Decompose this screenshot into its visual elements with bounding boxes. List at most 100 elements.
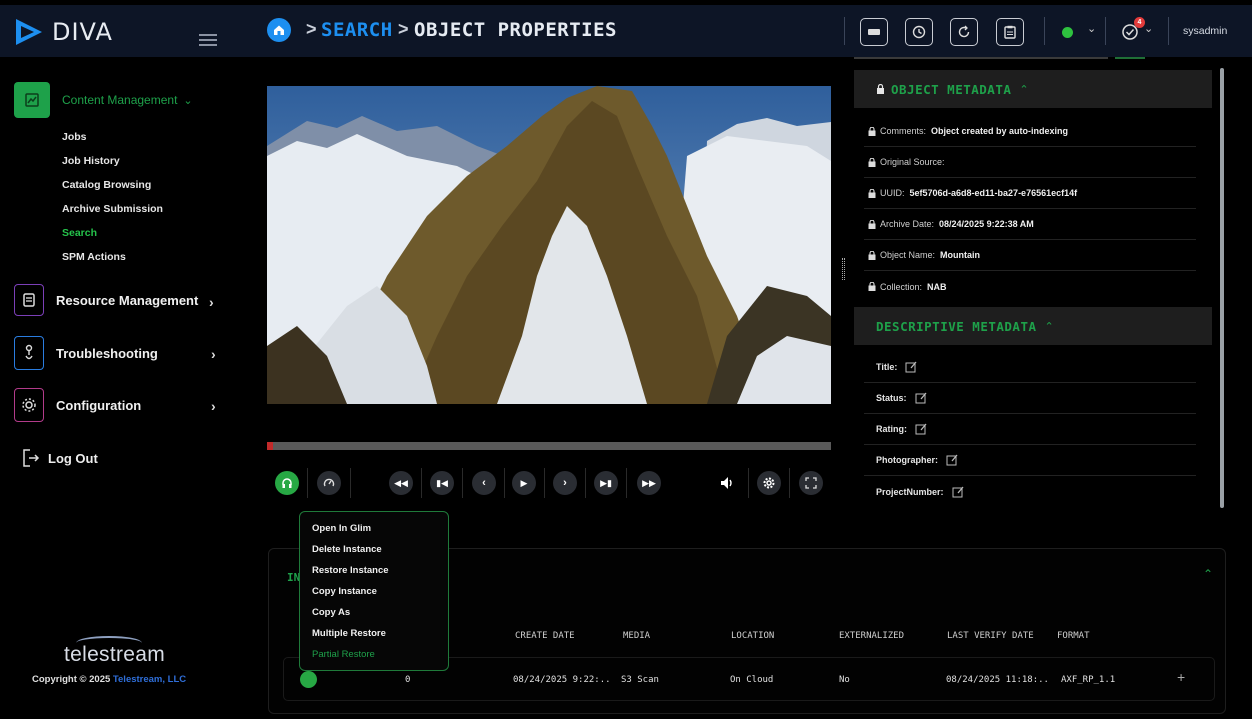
sidebar-item-archive-submission[interactable]: Archive Submission xyxy=(62,200,163,224)
divider xyxy=(585,468,586,498)
menu-item-copy-instance[interactable]: Copy Instance xyxy=(300,583,448,604)
sidebar-item-spm-actions[interactable]: SPM Actions xyxy=(62,248,163,272)
column-header[interactable]: LOCATION xyxy=(731,631,774,641)
expand-row-icon[interactable]: + xyxy=(1177,669,1185,685)
divider xyxy=(1168,17,1169,45)
metadata-key: Collection: xyxy=(880,281,923,292)
lock-icon xyxy=(868,188,876,198)
headphones-icon xyxy=(282,478,292,488)
panel-resize-handle[interactable] xyxy=(842,258,845,280)
fullscreen-button[interactable] xyxy=(799,471,823,495)
video-preview[interactable] xyxy=(267,86,831,404)
step-back-icon: ‹ xyxy=(482,477,486,489)
sidebar-item-job-history[interactable]: Job History xyxy=(62,152,163,176)
nav-label: Resource Management xyxy=(56,292,199,308)
step-forward-icon: › xyxy=(563,477,567,489)
breadcrumb-search[interactable]: SEARCH xyxy=(321,19,393,41)
divider xyxy=(462,468,463,498)
metadata-row-object-name: Object Name: Mountain xyxy=(864,240,1196,271)
menu-item-restore-instance[interactable]: Restore Instance xyxy=(300,562,448,583)
status-indicator[interactable] xyxy=(1062,27,1073,38)
edit-icon[interactable] xyxy=(952,486,964,498)
history-button[interactable] xyxy=(905,18,933,46)
home-button[interactable] xyxy=(267,18,291,42)
field-label: Rating: xyxy=(876,424,907,434)
row-select-toggle[interactable] xyxy=(300,671,317,688)
edit-icon[interactable] xyxy=(915,392,927,404)
column-header[interactable]: CREATE DATE xyxy=(515,631,575,641)
metadata-row-comments: Comments: Object created by auto-indexin… xyxy=(864,116,1196,147)
nav-configuration[interactable]: Configuration xyxy=(14,388,141,422)
settings-icon xyxy=(763,477,775,489)
nav-content-management[interactable]: Content Management ⌄ xyxy=(14,82,193,118)
mountain-video-frame xyxy=(267,86,831,404)
skip-to-start-button[interactable]: ▮◀ xyxy=(430,471,454,495)
playback-timeline[interactable] xyxy=(267,442,831,450)
copyright: Copyright © 2025 Telestream, LLC xyxy=(32,674,186,685)
metadata-row-collection: Collection: NAB xyxy=(864,271,1196,302)
nav-label: Troubleshooting xyxy=(56,345,158,361)
metadata-panel: OBJECT METADATA ⌃ Comments: Object creat… xyxy=(854,68,1212,518)
column-header[interactable]: LAST VERIFY DATE xyxy=(947,631,1034,641)
metadata-row-original-source: Original Source: xyxy=(864,147,1196,178)
sidebar-item-search[interactable]: Search xyxy=(62,224,163,248)
nav-troubleshooting[interactable]: Troubleshooting xyxy=(14,336,158,370)
column-header[interactable]: EXTERNALIZED xyxy=(839,631,904,641)
menu-item-delete-instance[interactable]: Delete Instance xyxy=(300,541,448,562)
fast-forward-button[interactable]: ▶▶ xyxy=(637,471,661,495)
menu-item-open-in-glim[interactable]: Open In Glim xyxy=(300,520,448,541)
divider xyxy=(421,468,422,498)
headphones-button[interactable] xyxy=(275,471,299,495)
chevron-down-icon[interactable]: ⌄ xyxy=(1144,22,1153,35)
metadata-scrollbar[interactable] xyxy=(1220,68,1224,508)
playback-speed-button[interactable] xyxy=(317,471,341,495)
telestream-logo: telestream xyxy=(64,643,166,666)
volume-button[interactable] xyxy=(716,471,740,495)
menu-item-copy-as[interactable]: Copy As xyxy=(300,604,448,625)
edit-icon[interactable] xyxy=(915,423,927,435)
refresh-button[interactable] xyxy=(950,18,978,46)
descriptive-row-rating: Rating: xyxy=(864,414,1196,445)
sidebar-item-catalog-browsing[interactable]: Catalog Browsing xyxy=(62,176,163,200)
object-metadata-header[interactable]: OBJECT METADATA ⌃ xyxy=(854,70,1212,108)
fast-rewind-icon: ◀◀ xyxy=(394,477,408,488)
sidebar-item-jobs[interactable]: Jobs xyxy=(62,128,163,152)
metadata-row-archive-date: Archive Date: 08/24/2025 9:22:38 AM xyxy=(864,209,1196,240)
instance-create-date: 08/24/2025 9:22:.. xyxy=(513,675,611,685)
descriptive-row-photographer: Photographer: xyxy=(864,445,1196,476)
section-title: DESCRIPTIVE METADATA xyxy=(876,318,1037,334)
column-header[interactable]: MEDIA xyxy=(623,631,650,641)
edit-icon[interactable] xyxy=(905,361,917,373)
play-button[interactable]: ▶ xyxy=(512,471,536,495)
metadata-key: Original Source: xyxy=(880,157,945,167)
instance-format: AXF_RP_1.1 xyxy=(1061,675,1116,685)
logout-button[interactable]: Log Out xyxy=(22,448,98,468)
menu-item-partial-restore[interactable]: Partial Restore xyxy=(300,646,448,667)
nav-resource-management[interactable]: Resource Management xyxy=(14,284,198,316)
copyright-company: Telestream, LLC xyxy=(112,674,187,685)
user-menu[interactable]: sysadmin xyxy=(1183,25,1227,37)
app-name: DIVA xyxy=(52,18,113,46)
menu-item-multiple-restore[interactable]: Multiple Restore xyxy=(300,625,448,646)
chevron-down-icon[interactable]: ⌄ xyxy=(1087,22,1096,35)
clipboard-button[interactable] xyxy=(996,18,1024,46)
fast-rewind-button[interactable]: ◀◀ xyxy=(389,471,413,495)
menu-toggle-icon[interactable] xyxy=(199,34,217,49)
chevron-up-icon[interactable]: ⌃ xyxy=(1203,567,1213,581)
playback-progress xyxy=(267,442,273,450)
step-forward-button[interactable]: › xyxy=(553,471,577,495)
metadata-key: Comments: xyxy=(880,126,927,136)
descriptive-metadata-header[interactable]: DESCRIPTIVE METADATA ⌃ xyxy=(854,307,1212,345)
divider xyxy=(1044,17,1045,45)
column-header[interactable]: FORMAT xyxy=(1057,631,1090,641)
edit-icon[interactable] xyxy=(946,454,958,466)
storage-button[interactable] xyxy=(860,18,888,46)
header-bar: > SEARCH > OBJECT PROPERTIES ⌄ 4 ⌄ sysad… xyxy=(230,5,1252,57)
skip-to-end-button[interactable]: ▶▮ xyxy=(594,471,618,495)
settings-button[interactable] xyxy=(757,471,781,495)
skip-end-icon: ▶▮ xyxy=(600,477,612,488)
divider xyxy=(1105,17,1106,45)
lock-icon xyxy=(868,157,876,167)
step-back-button[interactable]: ‹ xyxy=(472,471,496,495)
storage-icon xyxy=(868,29,880,35)
